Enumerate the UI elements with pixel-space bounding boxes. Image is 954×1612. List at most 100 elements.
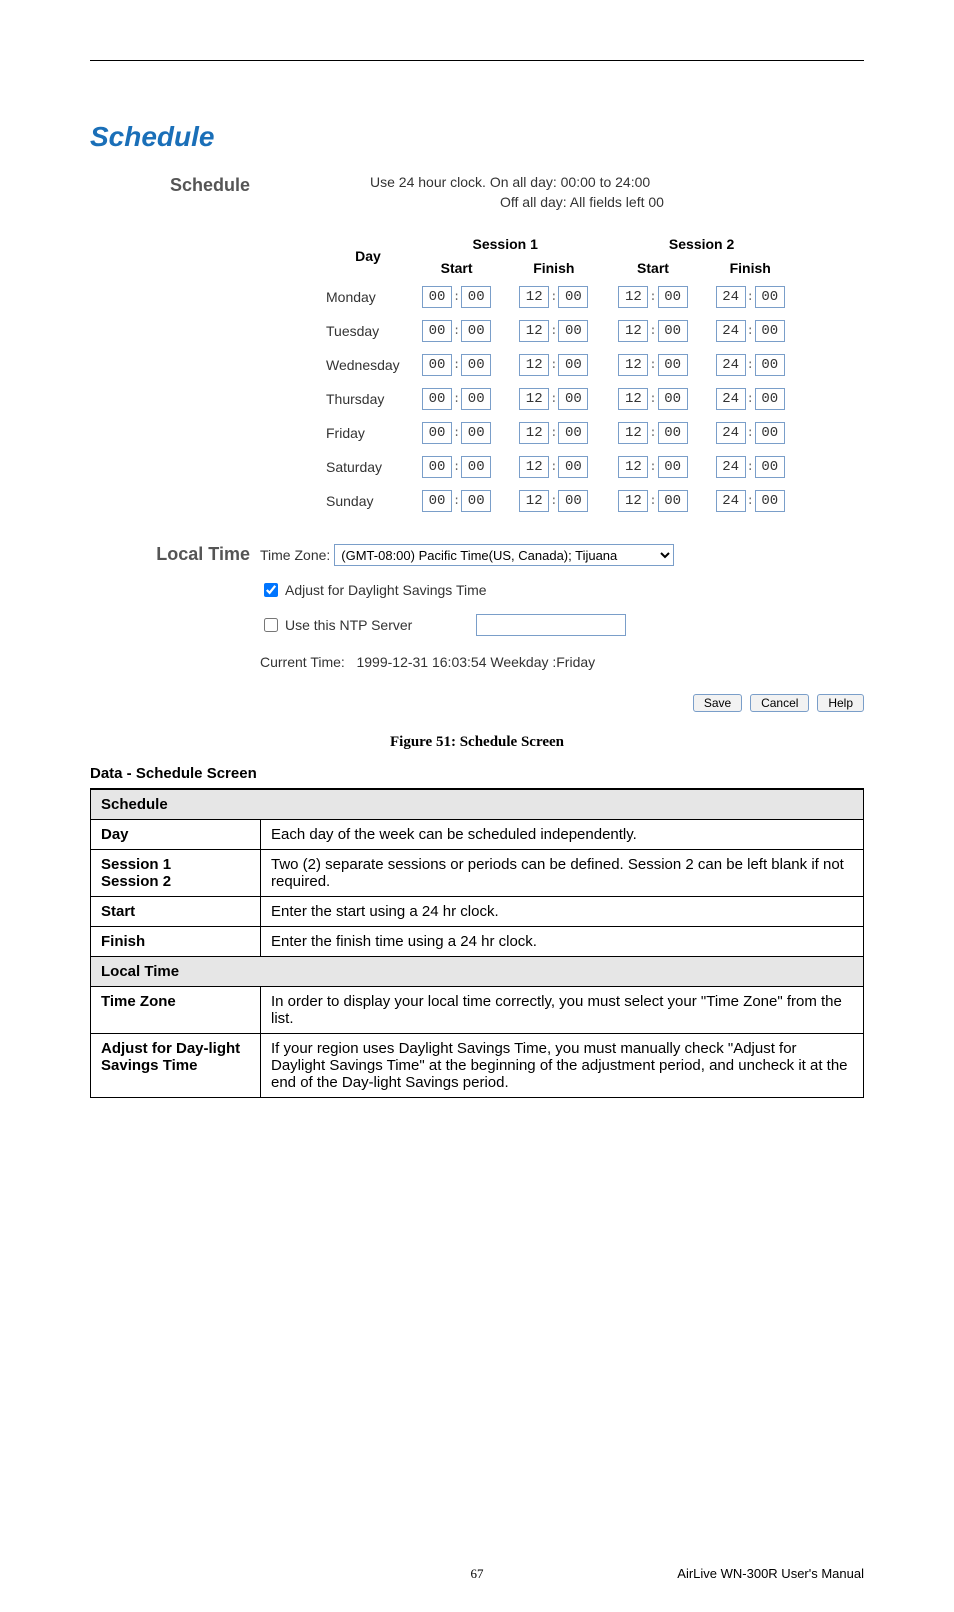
timezone-select[interactable]: (GMT-08:00) Pacific Time(US, Canada); Ti…	[334, 544, 674, 566]
time-input[interactable]: 00	[422, 354, 452, 376]
time-input[interactable]: 00	[755, 286, 785, 308]
dst-label: Adjust for Daylight Savings Time	[285, 582, 487, 598]
table-row: StartEnter the start using a 24 hr clock…	[91, 897, 864, 927]
time-input[interactable]: 24	[716, 388, 746, 410]
time-input[interactable]: 00	[755, 320, 785, 342]
time-input[interactable]: 24	[716, 422, 746, 444]
desc-cell: Two (2) separate sessions or periods can…	[261, 850, 864, 897]
ntp-input[interactable]	[476, 614, 626, 636]
time-input[interactable]: 00	[658, 320, 688, 342]
table-row: Time ZoneIn order to display your local …	[91, 987, 864, 1034]
time-input[interactable]: 12	[618, 490, 648, 512]
time-input[interactable]: 24	[716, 490, 746, 512]
time-input[interactable]: 00	[658, 354, 688, 376]
help-button[interactable]: Help	[817, 694, 864, 712]
time-input[interactable]: 12	[519, 286, 549, 308]
schedule-row: Wednesday00:00 12:0012:00 24:00	[320, 348, 791, 382]
time-input[interactable]: 00	[461, 286, 491, 308]
time-input[interactable]: 00	[422, 286, 452, 308]
time-input[interactable]: 00	[558, 320, 588, 342]
time-input[interactable]: 00	[422, 320, 452, 342]
day-cell: Sunday	[320, 484, 416, 518]
schedule-panel: Schedule Schedule Use 24 hour clock. On …	[90, 121, 864, 712]
day-cell: Tuesday	[320, 314, 416, 348]
time-input[interactable]: 24	[716, 286, 746, 308]
cancel-button[interactable]: Cancel	[750, 694, 809, 712]
time-input[interactable]: 12	[618, 422, 648, 444]
time-input[interactable]: 00	[658, 286, 688, 308]
day-cell: Monday	[320, 280, 416, 314]
time-input[interactable]: 00	[558, 388, 588, 410]
time-input[interactable]: 24	[716, 456, 746, 478]
page-number: 67	[471, 1566, 484, 1582]
panel-title: Schedule	[90, 121, 864, 153]
localtime-label: Local Time	[90, 542, 260, 565]
group-header: Schedule	[91, 789, 864, 820]
col-s2-start: Start	[612, 256, 693, 280]
schedule-table: Day Session 1 Session 2 Start Finish Sta…	[320, 232, 791, 518]
term-cell: Session 1Session 2	[91, 850, 261, 897]
time-input[interactable]: 00	[755, 490, 785, 512]
term-cell: Start	[91, 897, 261, 927]
time-input[interactable]: 24	[716, 354, 746, 376]
time-input[interactable]: 00	[755, 422, 785, 444]
time-input[interactable]: 12	[618, 388, 648, 410]
time-input[interactable]: 00	[422, 388, 452, 410]
time-input[interactable]: 00	[558, 286, 588, 308]
save-button[interactable]: Save	[693, 694, 742, 712]
time-input[interactable]: 00	[755, 354, 785, 376]
page-footer: 67 AirLive WN-300R User's Manual	[0, 1566, 954, 1582]
time-input[interactable]: 12	[519, 320, 549, 342]
desc-cell: If your region uses Daylight Savings Tim…	[261, 1034, 864, 1098]
time-input[interactable]: 12	[519, 422, 549, 444]
time-input[interactable]: 00	[461, 422, 491, 444]
time-input[interactable]: 00	[422, 456, 452, 478]
time-input[interactable]: 24	[716, 320, 746, 342]
top-rule	[90, 60, 864, 61]
schedule-row: Tuesday00:00 12:0012:00 24:00	[320, 314, 791, 348]
schedule-row: Monday00:00 12:0012:00 24:00	[320, 280, 791, 314]
dst-checkbox[interactable]	[264, 583, 278, 597]
time-input[interactable]: 12	[519, 490, 549, 512]
time-input[interactable]: 00	[461, 490, 491, 512]
time-input[interactable]: 00	[658, 388, 688, 410]
schedule-row: Thursday00:00 12:0012:00 24:00	[320, 382, 791, 416]
time-input[interactable]: 00	[461, 456, 491, 478]
time-input[interactable]: 00	[461, 354, 491, 376]
manual-name: AirLive WN-300R User's Manual	[677, 1566, 864, 1581]
time-input[interactable]: 00	[755, 456, 785, 478]
col-session1: Session 1	[416, 232, 594, 256]
ntp-checkbox[interactable]	[264, 618, 278, 632]
schedule-row: Sunday00:00 12:0012:00 24:00	[320, 484, 791, 518]
time-input[interactable]: 12	[618, 456, 648, 478]
day-cell: Wednesday	[320, 348, 416, 382]
data-heading: Data - Schedule Screen	[90, 765, 864, 782]
time-input[interactable]: 00	[461, 388, 491, 410]
time-input[interactable]: 12	[618, 354, 648, 376]
desc-cell: Enter the finish time using a 24 hr cloc…	[261, 927, 864, 957]
time-input[interactable]: 12	[519, 456, 549, 478]
time-input[interactable]: 12	[618, 320, 648, 342]
desc-cell: Enter the start using a 24 hr clock.	[261, 897, 864, 927]
time-input[interactable]: 12	[618, 286, 648, 308]
time-input[interactable]: 00	[755, 388, 785, 410]
time-input[interactable]: 00	[558, 456, 588, 478]
figure-caption: Figure 51: Schedule Screen	[90, 734, 864, 751]
time-input[interactable]: 00	[558, 422, 588, 444]
time-input[interactable]: 00	[461, 320, 491, 342]
time-input[interactable]: 00	[422, 422, 452, 444]
time-input[interactable]: 00	[558, 490, 588, 512]
schedule-label: Schedule	[90, 173, 260, 196]
schedule-hint-1: Use 24 hour clock. On all day: 00:00 to …	[370, 173, 864, 193]
time-input[interactable]: 00	[658, 490, 688, 512]
time-input[interactable]: 12	[519, 388, 549, 410]
time-input[interactable]: 00	[658, 456, 688, 478]
day-cell: Thursday	[320, 382, 416, 416]
time-input[interactable]: 00	[558, 354, 588, 376]
table-row: DayEach day of the week can be scheduled…	[91, 820, 864, 850]
time-input[interactable]: 12	[519, 354, 549, 376]
time-input[interactable]: 00	[422, 490, 452, 512]
current-time-value: 1999-12-31 16:03:54 Weekday :Friday	[356, 654, 595, 670]
time-input[interactable]: 00	[658, 422, 688, 444]
group-header: Local Time	[91, 957, 864, 987]
